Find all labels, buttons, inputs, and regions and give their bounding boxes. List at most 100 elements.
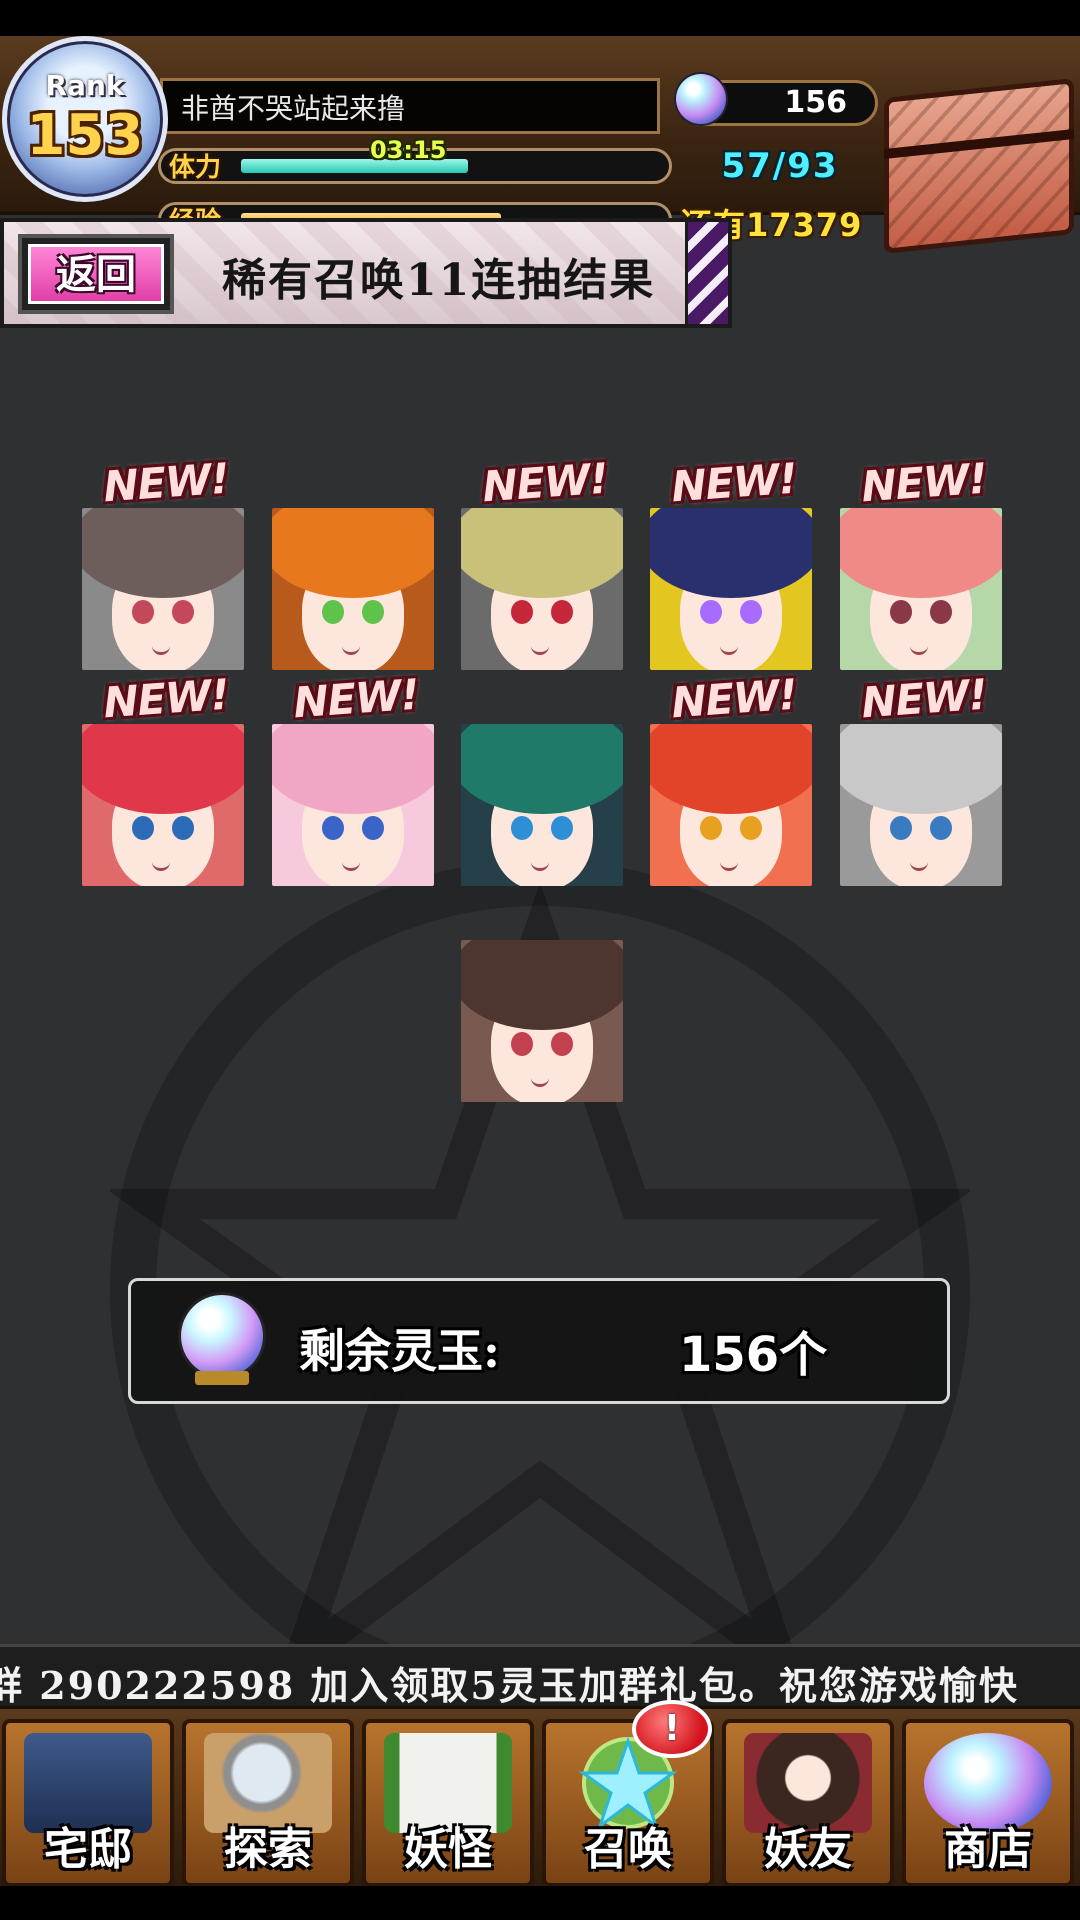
new-badge: NEW! (859, 669, 989, 728)
stamina-timer: 03:15 (370, 136, 447, 164)
character-mouth (152, 860, 170, 871)
character-mouth (342, 644, 360, 655)
bottom-nav: 宅邸 探索 妖怪 召唤 妖友 商店 (0, 1706, 1080, 1889)
character-eye (890, 600, 912, 624)
nav-label: 探索 (224, 1824, 312, 1875)
result-card[interactable]: NEW! (82, 670, 244, 886)
character-eye (740, 600, 762, 624)
spirit-jade-icon (676, 74, 726, 124)
remaining-jade-panel: 剩余灵玉: 156个 (128, 1278, 950, 1404)
nav-label: 妖友 (764, 1824, 852, 1875)
character-eye (511, 1032, 533, 1056)
character-eye (700, 600, 722, 624)
nav-item-shop[interactable]: 商店 (902, 1719, 1074, 1887)
result-card[interactable] (461, 724, 623, 886)
summon-alert-badge: ! (632, 1700, 712, 1758)
character-hair (461, 508, 623, 598)
nav-item-friends[interactable]: 妖友 (722, 1719, 894, 1887)
player-name: 非酋不哭站起来撸 (160, 78, 660, 134)
character-hair (272, 508, 434, 598)
new-badge: NEW! (101, 669, 231, 728)
nav-label: 宅邸 (44, 1824, 132, 1875)
character-eye (740, 816, 762, 840)
rank-label: Rank (45, 69, 125, 102)
character-mouth (531, 644, 549, 655)
character-eye (132, 600, 154, 624)
character-eye (511, 600, 533, 624)
stamina-count: 57/93 (721, 146, 839, 186)
nav-label: 妖怪 (404, 1824, 492, 1875)
result-card[interactable] (272, 508, 434, 670)
remaining-value: 156个 (679, 1327, 828, 1383)
result-card[interactable]: NEW! (650, 670, 812, 886)
spirit-jade-icon (181, 1295, 263, 1377)
character-mouth (152, 644, 170, 655)
result-card[interactable]: NEW! (82, 454, 244, 670)
character-portrait (650, 508, 812, 670)
character-eye (551, 816, 573, 840)
back-button[interactable]: 返回 (18, 234, 174, 314)
title-decoration (685, 222, 728, 324)
page-title: 稀有召唤11连抽结果 (222, 255, 656, 306)
character-portrait (82, 508, 244, 670)
status-bar (0, 0, 1080, 36)
character-hair (840, 724, 1002, 814)
result-card[interactable]: NEW! (840, 454, 1002, 670)
character-hair (272, 724, 434, 814)
character-portrait (272, 508, 434, 670)
character-eye (890, 816, 912, 840)
title-bar: 返回 稀有召唤11连抽结果 (0, 218, 732, 328)
character-mouth (531, 860, 549, 871)
character-eye (322, 816, 344, 840)
new-badge: NEW! (480, 453, 610, 512)
character-hair (650, 508, 812, 598)
nav-item-yokai[interactable]: 妖怪 (362, 1719, 534, 1887)
character-hair (461, 940, 623, 1030)
character-portrait (461, 724, 623, 886)
result-card[interactable]: NEW! (840, 670, 1002, 886)
character-portrait (461, 508, 623, 670)
rank-value: 153 (26, 103, 144, 168)
new-badge: NEW! (291, 669, 421, 728)
rank-badge: Rank 153 (2, 36, 168, 202)
result-card[interactable] (461, 940, 623, 1102)
character-eye (362, 600, 384, 624)
character-portrait (272, 724, 434, 886)
nav-item-explore[interactable]: 探索 (182, 1719, 354, 1887)
stamina-label: 体力 (169, 153, 222, 183)
character-mouth (342, 860, 360, 871)
back-button-label: 返回 (28, 244, 164, 304)
character-hair (82, 508, 244, 598)
character-portrait (840, 724, 1002, 886)
character-portrait (461, 940, 623, 1102)
character-eye (172, 600, 194, 624)
character-mouth (720, 860, 738, 871)
character-eye (362, 816, 384, 840)
nav-label: 商店 (944, 1824, 1032, 1875)
character-portrait (840, 508, 1002, 670)
character-eye (551, 600, 573, 624)
character-eye (132, 816, 154, 840)
character-mouth (910, 644, 928, 655)
character-eye (551, 1032, 573, 1056)
new-badge: NEW! (669, 453, 799, 512)
character-eye (511, 816, 533, 840)
jade-stand-icon (195, 1371, 249, 1385)
nav-item-mansion[interactable]: 宅邸 (2, 1719, 174, 1887)
character-eye (930, 600, 952, 624)
announcement-ticker: 群 290222598 加入领取5灵玉加群礼包。祝您游戏愉快 (0, 1644, 1080, 1709)
ticker-text: 群 290222598 加入领取5灵玉加群礼包。祝您游戏愉快 (0, 1663, 1019, 1708)
result-card[interactable]: NEW! (650, 454, 812, 670)
character-hair (461, 724, 623, 814)
character-mouth (531, 1076, 549, 1087)
result-card[interactable]: NEW! (272, 670, 434, 886)
character-eye (172, 816, 194, 840)
character-hair (82, 724, 244, 814)
character-mouth (720, 644, 738, 655)
character-eye (930, 816, 952, 840)
gift-chest-icon[interactable] (884, 78, 1074, 254)
character-hair (840, 508, 1002, 598)
result-card[interactable]: NEW! (461, 454, 623, 670)
new-badge: NEW! (859, 453, 989, 512)
character-eye (700, 816, 722, 840)
